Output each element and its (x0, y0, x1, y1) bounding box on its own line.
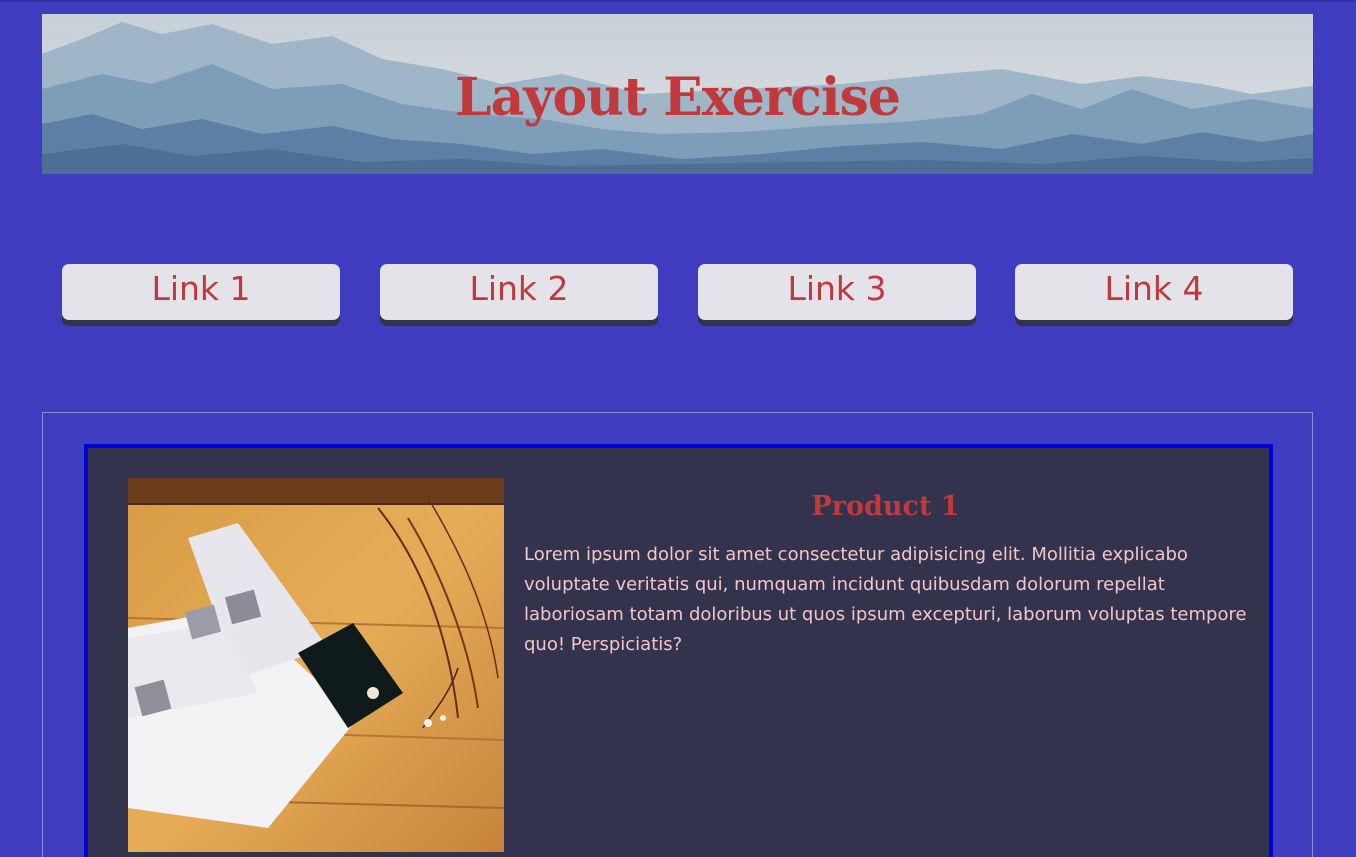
main-nav: Link 1 Link 2 Link 3 Link 4 (62, 264, 1293, 322)
nav-link-1[interactable]: Link 1 (62, 264, 340, 320)
nav-link-3[interactable]: Link 3 (698, 264, 976, 320)
nav-link-4[interactable]: Link 4 (1015, 264, 1293, 320)
product-image (128, 478, 504, 852)
product-title: Product 1 (811, 491, 960, 522)
product-description: Lorem ipsum dolor sit amet consectetur a… (524, 544, 1247, 655)
header-banner: Layout Exercise (42, 14, 1313, 174)
nav-link-2[interactable]: Link 2 (380, 264, 658, 320)
product-card: Product 1 Lorem ipsum dolor sit amet con… (84, 444, 1273, 857)
page-title: Layout Exercise (455, 67, 901, 128)
main-content: Product 1 Lorem ipsum dolor sit amet con… (42, 412, 1313, 857)
page: Layout Exercise Link 1 Link 2 Link 3 Lin… (0, 0, 1356, 857)
